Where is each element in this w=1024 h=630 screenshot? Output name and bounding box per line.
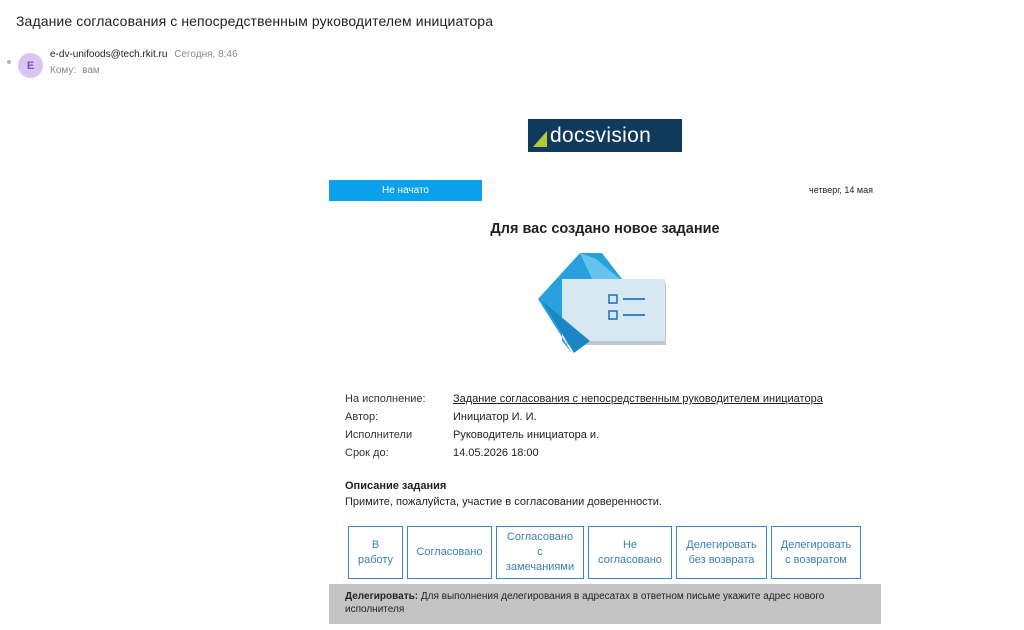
recipient-line: Кому: вам	[50, 65, 100, 76]
note-title: Делегировать:	[345, 591, 419, 602]
button-label: согласовано	[598, 553, 662, 566]
button-label: с возвратом	[785, 553, 847, 566]
docsvision-logo: docsvision	[528, 119, 682, 152]
button-label: В	[371, 538, 380, 551]
detail-label: Исполнители	[345, 429, 413, 441]
button-label: работу	[357, 553, 394, 566]
task-details: На исполнение: Задание согласования с не…	[345, 390, 823, 462]
delegate-without-return-button[interactable]: Делегировать без возврата	[676, 526, 767, 579]
button-label: Согласовано	[416, 546, 483, 558]
sender-line: e-dv-unifoods@tech.rkit.ru Сегодня, 8:46	[50, 49, 238, 60]
detail-label: Автор:	[345, 411, 379, 423]
button-label: с	[537, 546, 543, 558]
logo-mark-icon	[533, 130, 547, 147]
detail-label: На исполнение:	[345, 393, 426, 405]
detail-value: Инициатор И. И.	[453, 411, 537, 423]
email-subject: Задание согласования с непосредственным …	[16, 13, 494, 29]
button-label: Согласовано	[506, 531, 574, 543]
button-label: без возврата	[688, 553, 755, 566]
button-label: Делегировать	[780, 538, 852, 551]
approve-with-remarks-button[interactable]: Согласовано с замечаниями	[496, 526, 584, 579]
sender-avatar[interactable]: E	[18, 53, 43, 78]
task-link[interactable]: Задание согласования с непосредственным …	[453, 393, 823, 405]
detail-value: Руководитель инициатора и.	[453, 429, 600, 441]
task-envelope-icon	[538, 253, 668, 360]
detail-value: 14.05.2026 18:00	[453, 447, 539, 459]
approve-button[interactable]: Согласовано	[407, 526, 492, 579]
detail-row-author: Автор: Инициатор И. И.	[345, 408, 823, 426]
delegation-note: Делегировать: Для выполнения делегирован…	[329, 584, 881, 624]
button-label: Не	[622, 538, 638, 551]
button-label: Делегировать	[686, 538, 757, 551]
description-text: Примите, пожалуйста, участие в согласова…	[345, 496, 662, 508]
logo-text: docsvision	[550, 123, 652, 147]
detail-row-executors: Исполнители Руководитель инициатора и.	[345, 426, 823, 444]
unread-dot-icon	[7, 60, 11, 64]
button-label: замечаниями	[505, 561, 575, 573]
detail-row-deadline: Срок до: 14.05.2026 18:00	[345, 444, 823, 462]
page-title: Для вас создано новое задание	[490, 221, 720, 237]
task-date: четверг, 14 мая	[809, 185, 873, 195]
to-value[interactable]: вам	[82, 65, 100, 76]
email-time: Сегодня, 8:46	[174, 49, 238, 60]
in-work-button[interactable]: Вработу	[348, 526, 403, 579]
detail-row-assignment: На исполнение: Задание согласования с не…	[345, 390, 823, 408]
to-label: Кому:	[50, 65, 77, 76]
status-badge: Не начато	[329, 180, 482, 201]
delegate-with-return-button[interactable]: Делегировать с возвратом	[771, 526, 861, 579]
detail-label: Срок до:	[345, 447, 389, 459]
sender-address[interactable]: e-dv-unifoods@tech.rkit.ru	[50, 49, 167, 60]
description-title: Описание задания	[345, 480, 447, 492]
reject-button[interactable]: Не согласовано	[588, 526, 672, 579]
